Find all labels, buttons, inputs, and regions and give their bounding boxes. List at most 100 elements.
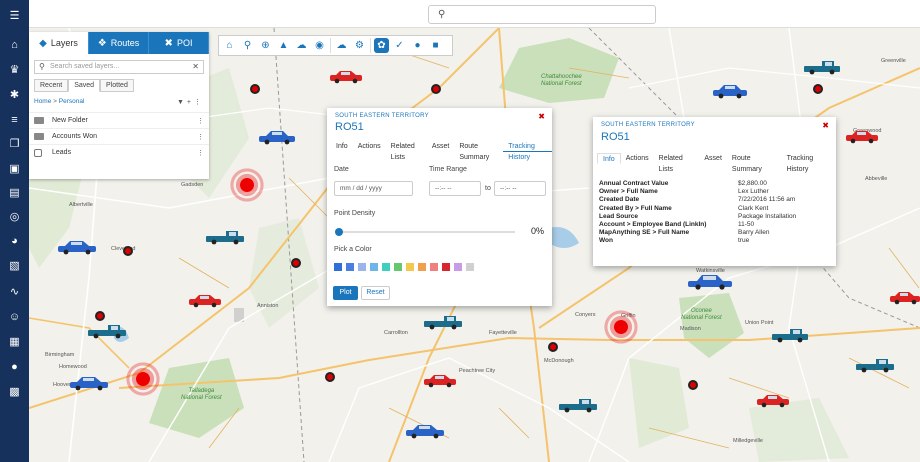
tab-info[interactable]: Info (331, 141, 353, 152)
color-swatch[interactable] (334, 263, 342, 271)
add-icon[interactable]: + (187, 99, 194, 106)
plot-button[interactable]: Plot (333, 286, 358, 300)
crown-icon[interactable]: ♛ (7, 63, 22, 78)
map-marker[interactable] (291, 258, 301, 268)
menu-icon[interactable]: ☰ (7, 9, 22, 24)
car-icon[interactable] (889, 291, 920, 305)
cloud-upload-icon[interactable]: ☁ (334, 38, 349, 53)
car-icon[interactable] (712, 84, 748, 100)
tab-info[interactable]: Info (597, 153, 621, 164)
settings-icon[interactable]: ⚙ (352, 38, 367, 53)
date-input[interactable]: mm / dd / yyyy (334, 181, 413, 196)
gauge-icon[interactable]: ◕ (7, 234, 22, 249)
map-marker[interactable] (325, 372, 335, 382)
pulse-icon[interactable]: ∿ (7, 285, 22, 300)
home-icon[interactable]: ⌂ (7, 38, 22, 53)
tab-poi[interactable]: ✖ POI (149, 32, 209, 54)
copy-icon[interactable]: ❐ (7, 137, 22, 152)
circle-icon[interactable]: ● (410, 38, 425, 53)
color-swatch[interactable] (466, 263, 474, 271)
map-marker[interactable] (123, 246, 133, 256)
tab-actions[interactable]: Actions (621, 153, 654, 164)
list-item[interactable]: New Folder ⋮ (29, 112, 209, 128)
subtab-plotted[interactable]: Plotted (100, 79, 134, 92)
color-swatch[interactable] (346, 263, 354, 271)
color-swatch[interactable] (394, 263, 402, 271)
close-icon[interactable]: ✖ (822, 121, 829, 130)
layer-search-input[interactable]: ⚲ Search saved layers... ✕ (34, 60, 204, 74)
subtab-saved[interactable]: Saved (68, 79, 101, 92)
person-icon[interactable]: ● (7, 360, 22, 375)
list-item[interactable]: Accounts Won ⋮ (29, 128, 209, 144)
tab-route-summary[interactable]: Route Summary (727, 153, 782, 173)
tab-actions[interactable]: Actions (353, 141, 386, 152)
square-icon[interactable]: ■ (428, 38, 443, 53)
calendar-icon[interactable]: ▦ (7, 335, 22, 350)
accessibility-icon[interactable]: ✱ (7, 88, 22, 103)
traffic-icon[interactable]: ▲ (276, 38, 291, 53)
color-swatch[interactable] (382, 263, 390, 271)
tab-related-lists[interactable]: Related Lists (386, 141, 427, 161)
map-marker[interactable] (813, 84, 823, 94)
time-from-input[interactable]: --:-- -- (429, 181, 481, 196)
weather-icon[interactable]: ☁ (294, 38, 309, 53)
more-icon[interactable]: ⋮ (194, 99, 204, 106)
tab-tracking-history[interactable]: Tracking History (782, 153, 836, 173)
color-swatch[interactable] (370, 263, 378, 271)
breadcrumb-home[interactable]: Home (34, 98, 51, 105)
car-icon[interactable] (687, 274, 733, 291)
truck-icon[interactable] (558, 398, 598, 414)
folder-icon[interactable]: ▣ (7, 162, 22, 177)
breadcrumb-current[interactable]: Personal (59, 98, 85, 105)
people-icon[interactable]: ☺ (7, 310, 22, 325)
globe-icon[interactable]: ◉ (312, 38, 327, 53)
clipboard-icon[interactable]: ▧ (7, 259, 22, 274)
home-icon[interactable]: ⌂ (222, 38, 237, 53)
filter-icon[interactable]: ▼ (177, 99, 187, 106)
map-pulse-marker[interactable] (230, 168, 264, 202)
color-swatch[interactable] (454, 263, 462, 271)
car-icon[interactable] (329, 70, 363, 84)
lasso-icon[interactable]: ✿ (374, 38, 389, 53)
tab-related-lists[interactable]: Related Lists (654, 153, 700, 173)
time-to-input[interactable]: --:-- -- (494, 181, 546, 196)
map-marker[interactable] (250, 84, 260, 94)
close-icon[interactable]: ✖ (538, 112, 545, 121)
truck-icon[interactable] (205, 230, 245, 246)
car-icon[interactable] (57, 240, 97, 256)
map-marker[interactable] (431, 84, 441, 94)
more-icon[interactable]: ⋮ (197, 149, 204, 157)
car-icon[interactable] (845, 130, 879, 144)
color-swatch[interactable] (406, 263, 414, 271)
tab-tracking-history[interactable]: Tracking History (503, 141, 552, 161)
tab-asset[interactable]: Asset (427, 141, 455, 152)
truck-icon[interactable] (423, 315, 463, 331)
list-item[interactable]: Leads ⋮ (29, 144, 209, 160)
zoom-icon[interactable]: ⚲ (240, 38, 255, 53)
map-pulse-marker[interactable] (604, 310, 638, 344)
reset-button[interactable]: Reset (361, 286, 390, 300)
car-icon[interactable] (69, 376, 109, 392)
global-search-input[interactable]: ⚲ (428, 5, 656, 24)
more-icon[interactable]: ⋮ (197, 117, 204, 125)
list-icon[interactable]: ≡ (7, 113, 22, 128)
subtab-recent[interactable]: Recent (34, 79, 69, 92)
car-icon[interactable] (258, 130, 296, 146)
crosshair-icon[interactable]: ⊕ (258, 38, 273, 53)
clear-icon[interactable]: ✕ (192, 62, 199, 71)
map-marker[interactable] (548, 342, 558, 352)
color-swatch[interactable] (418, 263, 426, 271)
contact-card-icon[interactable]: ▤ (7, 186, 22, 201)
truck-icon[interactable] (803, 60, 841, 76)
target-icon[interactable]: ◎ (7, 210, 22, 225)
tab-route-summary[interactable]: Route Summary (454, 141, 503, 161)
truck-icon[interactable] (87, 324, 127, 340)
briefcase-icon[interactable]: ▩ (7, 385, 22, 400)
car-icon[interactable] (188, 294, 222, 308)
slider-handle[interactable] (335, 228, 343, 236)
map-marker[interactable] (95, 311, 105, 321)
tab-routes[interactable]: ❖ Routes (89, 32, 149, 54)
color-swatch[interactable] (430, 263, 438, 271)
car-icon[interactable] (405, 424, 445, 440)
car-icon[interactable] (756, 394, 790, 408)
